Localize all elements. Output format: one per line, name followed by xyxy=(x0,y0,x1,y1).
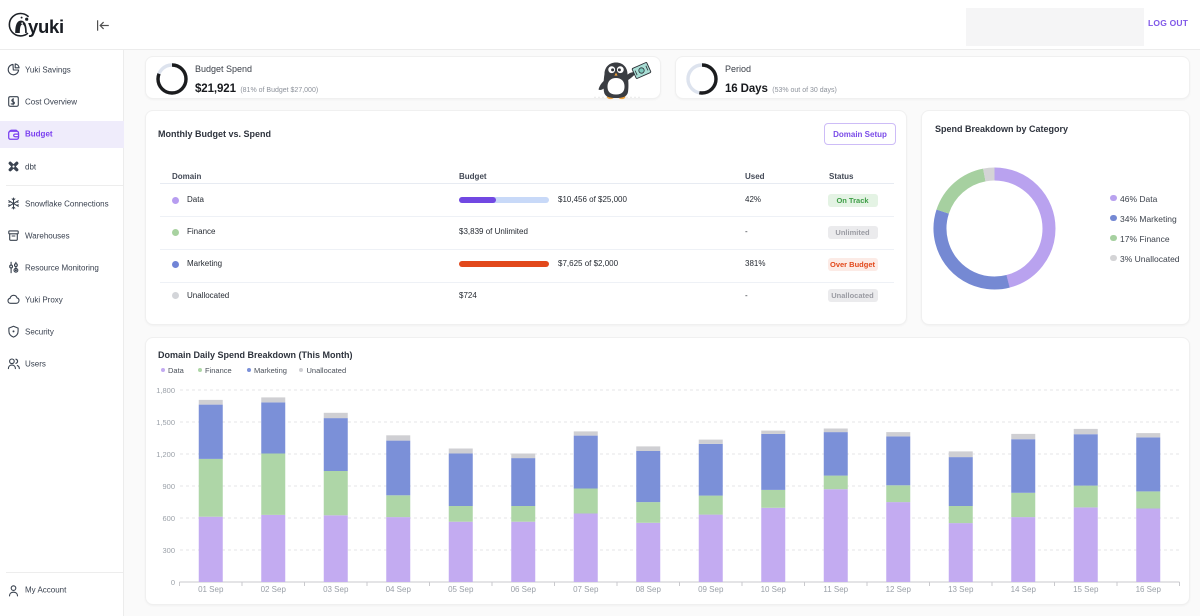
svg-text:01 Sep: 01 Sep xyxy=(198,585,224,594)
svg-text:0: 0 xyxy=(171,578,175,587)
svg-text:10 Sep: 10 Sep xyxy=(761,585,787,594)
svg-text:09 Sep: 09 Sep xyxy=(698,585,724,594)
svg-text:1,800: 1,800 xyxy=(156,386,175,395)
svg-text:13 Sep: 13 Sep xyxy=(948,585,974,594)
svg-text:05 Sep: 05 Sep xyxy=(448,585,474,594)
svg-text:14 Sep: 14 Sep xyxy=(1011,585,1037,594)
svg-text:600: 600 xyxy=(162,514,175,523)
svg-text:300: 300 xyxy=(162,546,175,555)
svg-text:04 Sep: 04 Sep xyxy=(386,585,412,594)
svg-text:900: 900 xyxy=(162,482,175,491)
svg-text:1,500: 1,500 xyxy=(156,418,175,427)
svg-text:12 Sep: 12 Sep xyxy=(886,585,912,594)
svg-text:1,200: 1,200 xyxy=(156,450,175,459)
svg-text:08 Sep: 08 Sep xyxy=(636,585,662,594)
svg-text:02 Sep: 02 Sep xyxy=(261,585,287,594)
svg-text:yuki: yuki xyxy=(28,16,64,37)
svg-text:16 Sep: 16 Sep xyxy=(1136,585,1162,594)
svg-text:11 Sep: 11 Sep xyxy=(823,585,848,594)
svg-text:15 Sep: 15 Sep xyxy=(1073,585,1099,594)
svg-text:06 Sep: 06 Sep xyxy=(511,585,537,594)
svg-text:07 Sep: 07 Sep xyxy=(573,585,599,594)
svg-text:03 Sep: 03 Sep xyxy=(323,585,349,594)
